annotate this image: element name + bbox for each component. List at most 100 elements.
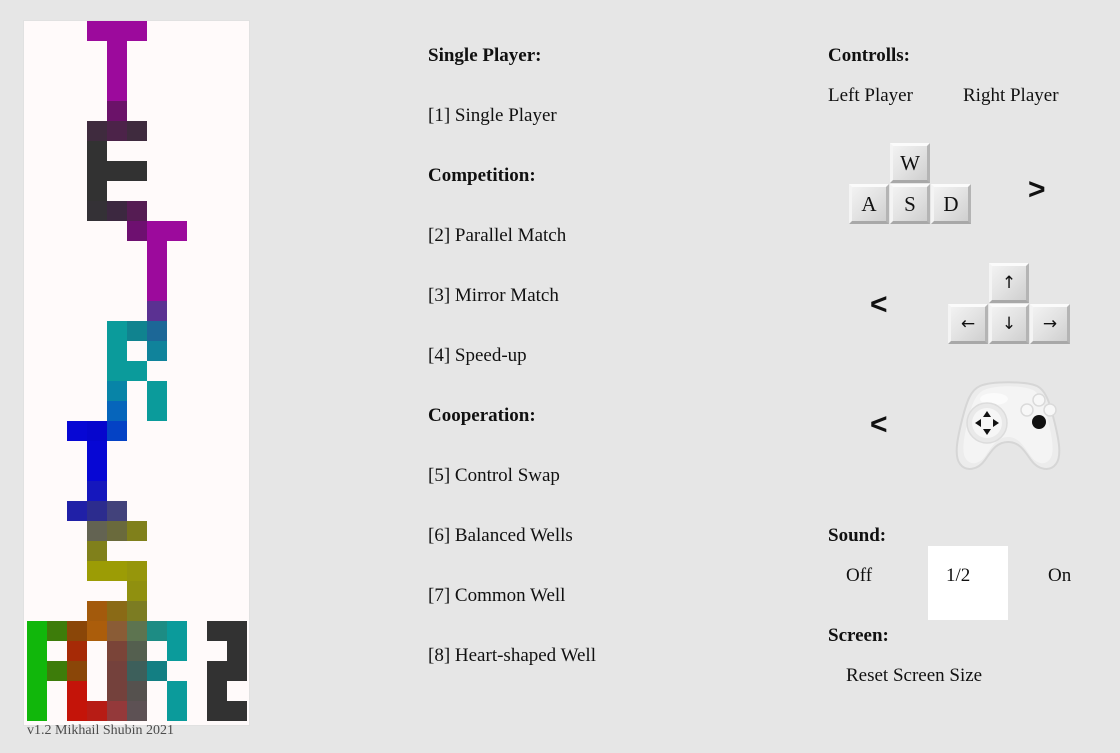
tetris-block: [67, 681, 87, 701]
tetris-block: [107, 41, 127, 61]
tetris-block: [47, 621, 67, 641]
tetris-block: [87, 461, 107, 481]
tetris-block: [147, 381, 167, 401]
tetris-block: [227, 661, 247, 681]
menu-item-parallel-match[interactable]: [2] Parallel Match: [428, 225, 566, 247]
tetris-block: [207, 701, 227, 721]
tetris-block: [87, 561, 107, 581]
key-w[interactable]: W: [890, 143, 930, 183]
tetris-block: [107, 361, 127, 381]
tetris-block: [67, 421, 87, 441]
tetris-block: [127, 601, 147, 621]
tetris-block: [147, 281, 167, 301]
tetris-block: [107, 701, 127, 721]
tetris-block: [167, 621, 187, 641]
menu-heading-single-player: Single Player:: [428, 45, 542, 66]
sound-heading: Sound:: [828, 525, 887, 546]
sound-option-half[interactable]: 1/2: [946, 565, 970, 587]
menu-heading-cooperation: Cooperation:: [428, 405, 536, 426]
key-arrow-right[interactable]: →: [1030, 304, 1070, 344]
chevron-left-arrows: <: [870, 288, 888, 321]
screen-heading: Screen:: [828, 625, 889, 646]
tetris-block: [107, 121, 127, 141]
menu-item-control-swap[interactable]: [5] Control Swap: [428, 465, 560, 487]
tetris-block: [207, 661, 227, 681]
right-player-label: Right Player: [963, 85, 1059, 106]
left-player-label: Left Player: [828, 85, 913, 106]
reset-screen-size-button[interactable]: Reset Screen Size: [846, 665, 982, 687]
tetris-block: [107, 341, 127, 361]
tetris-block: [107, 501, 127, 521]
tetris-block: [127, 161, 147, 181]
tetris-block: [167, 701, 187, 721]
tetris-block: [27, 701, 47, 721]
tetris-grid: [27, 21, 247, 721]
tetris-block: [167, 221, 187, 241]
key-s[interactable]: S: [890, 184, 930, 224]
tetris-block: [67, 621, 87, 641]
key-a[interactable]: A: [849, 184, 889, 224]
version-credit-text: v1.2 Mikhail Shubin 2021: [27, 723, 175, 738]
tetris-block: [147, 661, 167, 681]
tetris-well-panel: [24, 21, 249, 725]
tetris-block: [27, 661, 47, 681]
tetris-block: [127, 641, 147, 661]
key-arrow-down[interactable]: ↓: [989, 304, 1029, 344]
tetris-block: [47, 661, 67, 681]
key-arrow-up[interactable]: ↑: [989, 263, 1029, 303]
tetris-block: [27, 621, 47, 641]
tetris-block: [87, 521, 107, 541]
tetris-block: [87, 21, 107, 41]
gamepad-icon[interactable]: [946, 378, 1071, 476]
tetris-block: [127, 201, 147, 221]
tetris-block: [107, 681, 127, 701]
tetris-block: [67, 701, 87, 721]
menu-item-mirror-match[interactable]: [3] Mirror Match: [428, 285, 559, 307]
tetris-block: [107, 61, 127, 81]
tetris-block: [27, 681, 47, 701]
tetris-block: [127, 521, 147, 541]
tetris-block: [87, 541, 107, 561]
tetris-block: [107, 641, 127, 661]
tetris-block: [147, 621, 167, 641]
menu-item-speed-up[interactable]: [4] Speed-up: [428, 345, 527, 367]
tetris-block: [147, 321, 167, 341]
tetris-block: [107, 21, 127, 41]
sound-option-on[interactable]: On: [1048, 565, 1071, 587]
tetris-block: [87, 601, 107, 621]
tetris-block: [167, 681, 187, 701]
tetris-block: [127, 681, 147, 701]
menu-item-heart-shaped-well[interactable]: [8] Heart-shaped Well: [428, 645, 596, 667]
tetris-block: [107, 661, 127, 681]
menu-item-single-player[interactable]: [1] Single Player: [428, 105, 557, 127]
key-arrow-left[interactable]: ←: [948, 304, 988, 344]
menu-item-balanced-wells[interactable]: [6] Balanced Wells: [428, 525, 573, 547]
tetris-block: [127, 221, 147, 241]
chevron-right-wasd: >: [1028, 173, 1046, 206]
tetris-block: [27, 641, 47, 661]
tetris-block: [87, 141, 107, 161]
tetris-block: [107, 381, 127, 401]
menu-item-common-well[interactable]: [7] Common Well: [428, 585, 565, 607]
tetris-block: [127, 661, 147, 681]
menu-heading-competition: Competition:: [428, 165, 536, 186]
tetris-block: [67, 661, 87, 681]
tetris-block: [107, 81, 127, 101]
tetris-block: [107, 401, 127, 421]
tetris-block: [227, 641, 247, 661]
tetris-block: [147, 341, 167, 361]
tetris-block: [107, 621, 127, 641]
tetris-block: [147, 301, 167, 321]
tetris-block: [127, 321, 147, 341]
tetris-block: [107, 101, 127, 121]
tetris-block: [227, 621, 247, 641]
tetris-block: [147, 221, 167, 241]
tetris-block: [87, 501, 107, 521]
tetris-block: [107, 421, 127, 441]
controls-panel: Controlls: Left Player Right Player W A …: [828, 0, 1120, 753]
tetris-block: [107, 521, 127, 541]
tetris-block: [107, 561, 127, 581]
tetris-block: [87, 481, 107, 501]
key-d[interactable]: D: [931, 184, 971, 224]
sound-option-off[interactable]: Off: [846, 565, 872, 587]
